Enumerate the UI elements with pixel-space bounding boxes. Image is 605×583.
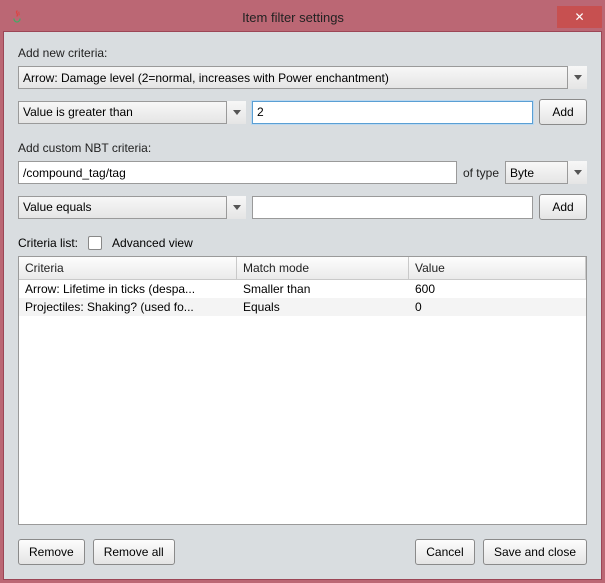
table-header: Criteria Match mode Value bbox=[19, 257, 586, 280]
remove-all-button[interactable]: Remove all bbox=[93, 539, 175, 565]
add-nbt-button[interactable]: Add bbox=[539, 194, 587, 220]
nbt-path-input[interactable] bbox=[18, 161, 457, 184]
nbt-value-input[interactable] bbox=[252, 196, 533, 219]
criteria-table: Criteria Match mode Value Arrow: Lifetim… bbox=[18, 256, 587, 525]
table-row[interactable]: Arrow: Lifetime in ticks (despa... Small… bbox=[19, 280, 586, 298]
nbt-value-row: Value equals Add bbox=[18, 194, 587, 220]
cell-criteria: Projectiles: Shaking? (used fo... bbox=[19, 298, 237, 316]
criteria-list-label: Criteria list: bbox=[18, 236, 78, 250]
nbt-type-select[interactable]: Byte bbox=[505, 161, 587, 184]
match-select-1[interactable]: Value is greater than bbox=[18, 101, 246, 124]
footer: Remove Remove all Cancel Save and close bbox=[18, 539, 587, 565]
content-pane: Add new criteria: Arrow: Damage level (2… bbox=[3, 31, 602, 580]
remove-button[interactable]: Remove bbox=[18, 539, 85, 565]
cell-value: 0 bbox=[409, 298, 586, 316]
table-body[interactable]: Arrow: Lifetime in ticks (despa... Small… bbox=[19, 280, 586, 524]
add-criteria-button[interactable]: Add bbox=[539, 99, 587, 125]
cell-match: Equals bbox=[237, 298, 409, 316]
criteria-select-row: Arrow: Damage level (2=normal, increases… bbox=[18, 66, 587, 89]
match-dropdown-2[interactable]: Value equals bbox=[18, 196, 246, 219]
criteria-value-input[interactable] bbox=[252, 101, 533, 124]
criteria-select[interactable]: Arrow: Damage level (2=normal, increases… bbox=[18, 66, 587, 89]
window: Item filter settings ✕ Add new criteria:… bbox=[3, 3, 602, 580]
column-match[interactable]: Match mode bbox=[237, 257, 409, 279]
cell-criteria: Arrow: Lifetime in ticks (despa... bbox=[19, 280, 237, 298]
cell-match: Smaller than bbox=[237, 280, 409, 298]
titlebar: Item filter settings ✕ bbox=[3, 3, 602, 31]
close-icon: ✕ bbox=[574, 10, 584, 24]
close-button[interactable]: ✕ bbox=[557, 6, 602, 28]
window-buttons: ✕ bbox=[557, 6, 602, 28]
java-icon bbox=[9, 9, 25, 25]
column-criteria[interactable]: Criteria bbox=[19, 257, 237, 279]
advanced-view-checkbox[interactable] bbox=[88, 236, 102, 250]
table-row[interactable]: Projectiles: Shaking? (used fo... Equals… bbox=[19, 298, 586, 316]
advanced-view-label: Advanced view bbox=[112, 236, 193, 250]
criteria-dropdown[interactable]: Arrow: Damage level (2=normal, increases… bbox=[18, 66, 587, 89]
cell-value: 600 bbox=[409, 280, 586, 298]
of-type-label: of type bbox=[463, 166, 499, 180]
nbt-path-row: of type Byte bbox=[18, 161, 587, 184]
add-criteria-label: Add new criteria: bbox=[18, 46, 587, 60]
column-value[interactable]: Value bbox=[409, 257, 586, 279]
criteria-list-header: Criteria list: Advanced view bbox=[18, 236, 587, 250]
save-close-button[interactable]: Save and close bbox=[483, 539, 587, 565]
cancel-button[interactable]: Cancel bbox=[415, 539, 475, 565]
add-nbt-label: Add custom NBT criteria: bbox=[18, 141, 587, 155]
match-select-2[interactable]: Value equals bbox=[18, 196, 246, 219]
nbt-type-dropdown[interactable]: Byte bbox=[505, 161, 587, 184]
window-title: Item filter settings bbox=[29, 10, 557, 25]
criteria-value-row: Value is greater than Add bbox=[18, 99, 587, 125]
spacer bbox=[183, 539, 407, 565]
match-dropdown-1[interactable]: Value is greater than bbox=[18, 101, 246, 124]
